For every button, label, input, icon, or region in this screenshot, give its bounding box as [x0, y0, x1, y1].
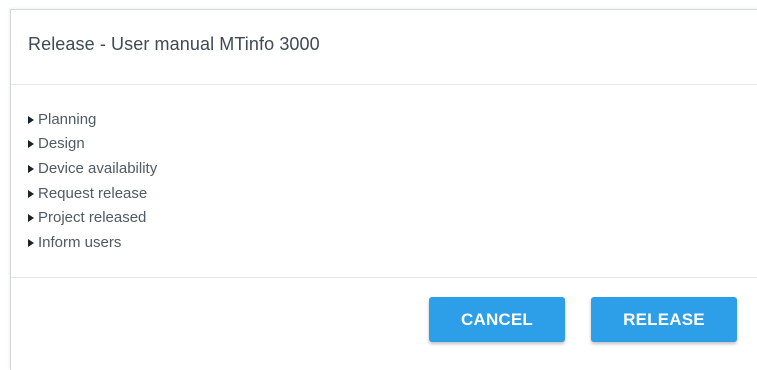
cancel-button[interactable]: CANCEL — [429, 297, 565, 342]
step-label: Design — [38, 135, 85, 153]
release-dialog: Release - User manual MTinfo 3000 Planni… — [10, 9, 757, 370]
step-inform-users[interactable]: Inform users — [28, 230, 157, 255]
caret-right-icon — [28, 214, 34, 223]
step-label: Inform users — [38, 233, 122, 251]
step-label: Device availability — [38, 159, 158, 177]
release-button[interactable]: RELEASE — [591, 297, 737, 342]
header-divider — [11, 84, 757, 85]
caret-right-icon — [28, 164, 34, 173]
caret-right-icon — [28, 115, 34, 124]
caret-right-icon — [28, 189, 34, 198]
step-design[interactable]: Design — [28, 132, 157, 157]
step-planning[interactable]: Planning — [28, 107, 157, 132]
caret-right-icon — [28, 238, 34, 247]
step-label: Request release — [38, 184, 148, 202]
footer-divider — [11, 277, 757, 278]
step-project-released[interactable]: Project released — [28, 205, 157, 230]
step-request-release[interactable]: Request release — [28, 181, 157, 206]
steps-list: Planning Design Device availability Requ… — [28, 107, 157, 255]
dialog-title: Release - User manual MTinfo 3000 — [28, 34, 320, 54]
step-device-availability[interactable]: Device availability — [28, 156, 157, 181]
step-label: Project released — [38, 209, 147, 227]
step-label: Planning — [38, 110, 97, 128]
caret-right-icon — [28, 140, 34, 149]
